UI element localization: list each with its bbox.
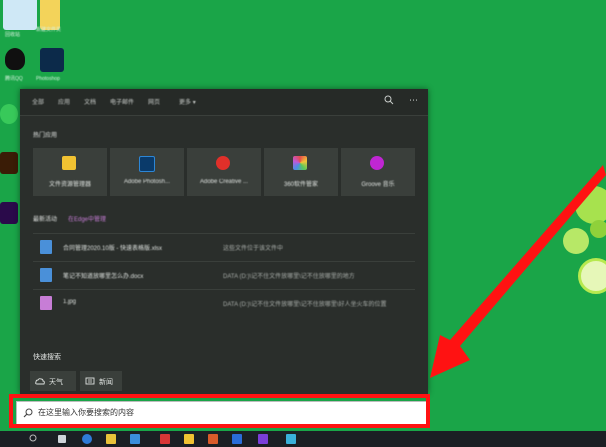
annotation-arrow [430, 165, 606, 378]
